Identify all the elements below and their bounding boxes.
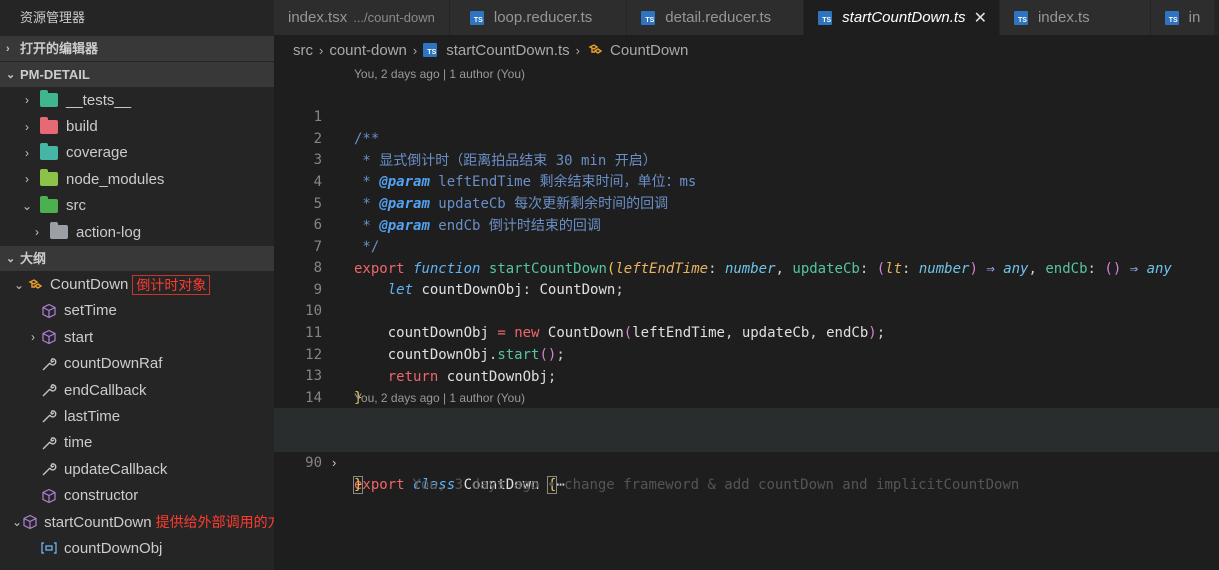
code-line: 8 let countDownObj: CountDown; — [274, 235, 1219, 298]
explorer-sidebar: 资源管理器 › 打开的编辑器 ⌄ PM-DETAIL › __tests__ ›… — [0, 0, 274, 570]
wrench-icon — [40, 381, 58, 399]
code-line: 5 * @param endCb 倒计时结束的回调 — [274, 171, 1219, 234]
breadcrumb-file[interactable]: startCountDown.ts — [446, 42, 569, 59]
wrench-icon — [40, 460, 58, 478]
line-number: 90 — [305, 455, 322, 471]
typescript-file-icon: TS — [469, 10, 484, 25]
chevron-right-icon: › — [6, 42, 10, 55]
codelens-author[interactable]: You, 2 days ago | 1 author (You) — [354, 67, 525, 81]
code-line: 11 countDownObj.start(); — [274, 300, 1219, 363]
chevron-right-icon: › — [31, 330, 35, 345]
outline-item-countdown[interactable]: ⌄ CountDown 倒计时对象 — [0, 271, 274, 297]
annotation-label: 倒计时对象 — [132, 274, 211, 295]
code-line: 14 — [274, 365, 1219, 406]
chevron-right-icon: › — [25, 172, 29, 187]
tree-item-tests[interactable]: › __tests__ — [0, 87, 274, 113]
code-line: 7 export function startCountDown(leftEnd… — [274, 214, 1219, 277]
tab-loop-reducer[interactable]: TS loop.reducer.ts — [449, 0, 628, 35]
chevron-down-icon: ⌄ — [6, 68, 16, 81]
project-header[interactable]: ⌄ PM-DETAIL — [0, 61, 274, 87]
tree-item-coverage[interactable]: › coverage — [0, 140, 274, 166]
chevron-down-icon: ⌄ — [13, 277, 25, 292]
class-icon — [586, 41, 604, 59]
code-line: 4 * @param updateCb 每次更新剩余时间的回调 — [274, 149, 1219, 212]
chevron-right-icon: › — [412, 42, 418, 58]
method-icon — [40, 328, 58, 346]
chevron-down-icon: ⌄ — [21, 198, 33, 213]
code-line: 3 * @param leftEndTime 剩余结束时间，单位：ms — [274, 127, 1219, 190]
code-editor[interactable]: You, 2 days ago | 1 author (You) 1 /** 2… — [274, 65, 1219, 570]
typescript-file-icon: TS — [818, 10, 833, 25]
code-line: 10 countDownObj = new CountDown(leftEndT… — [274, 278, 1219, 341]
breadcrumb-count-down[interactable]: count-down — [329, 42, 407, 59]
typescript-file-icon: TS — [423, 43, 438, 57]
folder-icon — [50, 222, 68, 240]
outline-item-constructor[interactable]: constructor — [0, 482, 274, 508]
folder-icon — [40, 116, 58, 134]
folder-icon — [40, 90, 58, 108]
typescript-file-icon: TS — [1013, 10, 1028, 25]
code-line: 9 — [274, 257, 1219, 298]
outline-item-lasttime[interactable]: lastTime — [0, 403, 274, 429]
code-line: 12 return countDownObj; — [274, 322, 1219, 385]
outline-item-updatecallback[interactable]: updateCallback — [0, 456, 274, 482]
folder-icon — [40, 195, 58, 213]
annotation-label: 提供给外部调用的方法，返回倒计时对象 — [155, 514, 274, 531]
folder-icon — [40, 169, 58, 187]
git-blame-annotation: You, 3 days ago • change frameword & add… — [412, 477, 1020, 493]
chevron-right-icon[interactable]: › — [332, 452, 336, 474]
breadcrumb: src › count-down › TS startCountDown.ts … — [274, 35, 1219, 65]
code-line: 1 /** — [274, 84, 1219, 147]
chevron-right-icon: › — [25, 93, 29, 108]
outline-item-settime[interactable]: setTime — [0, 298, 274, 324]
editor-tab-bar: index.tsx .../count-down TS loop.reducer… — [274, 0, 1219, 35]
code-line: 6 */ — [274, 192, 1219, 255]
tree-item-action-log[interactable]: › action-log — [0, 219, 274, 245]
tab-index-ts[interactable]: TS index.ts — [999, 0, 1151, 35]
method-icon — [40, 302, 58, 320]
breadcrumb-src[interactable]: src — [293, 42, 313, 59]
code-line: 2 * 显式倒计时（距离拍品结束 30 min 开启） — [274, 106, 1219, 169]
function-icon — [22, 513, 38, 531]
outline-item-countdownobj[interactable]: countDownObj — [0, 535, 274, 561]
chevron-down-icon: ⌄ — [6, 252, 16, 265]
wrench-icon — [40, 355, 58, 373]
typescript-file-icon: TS — [1164, 10, 1179, 25]
open-editors-header[interactable]: › 打开的编辑器 — [0, 35, 274, 61]
line-number: 14 — [305, 390, 322, 406]
outline-item-startcountdown[interactable]: ⌄ startCountDown 提供给外部调用的方法，返回倒计时对象 — [0, 509, 274, 535]
class-icon — [26, 276, 44, 294]
tree-item-src[interactable]: ⌄ src — [0, 193, 274, 219]
code-line: 90 } You, 3 days ago • change frameword &… — [274, 430, 1219, 494]
chevron-right-icon: › — [319, 42, 324, 58]
outline-item-start[interactable]: › start — [0, 324, 274, 350]
tab-index-tsx[interactable]: index.tsx .../count-down — [274, 0, 450, 35]
typescript-file-icon: TS — [641, 10, 656, 25]
outline-header[interactable]: ⌄ 大纲 — [0, 245, 274, 272]
folder-icon — [40, 142, 58, 160]
codelens-author[interactable]: You, 2 days ago | 1 author (You) — [354, 391, 525, 405]
chevron-down-icon: ⌄ — [12, 515, 23, 530]
chevron-right-icon: › — [575, 42, 580, 58]
code-line: 13 } — [274, 343, 1219, 406]
wrench-icon — [40, 434, 58, 452]
method-icon — [40, 487, 58, 505]
chevron-right-icon: › — [25, 119, 29, 134]
outline-item-countdownraf[interactable]: countDownRaf — [0, 351, 274, 377]
tree-item-build[interactable]: › build — [0, 113, 274, 139]
tab-detail-reducer[interactable]: TS detail.reducer.ts — [627, 0, 805, 35]
tab-overflow[interactable]: TS in — [1150, 0, 1216, 35]
chevron-right-icon: › — [25, 145, 29, 160]
close-icon[interactable]: ✕ — [974, 8, 987, 28]
outline-item-time[interactable]: time — [0, 430, 274, 456]
outline-item-endcallback[interactable]: endCallback — [0, 377, 274, 403]
breadcrumb-symbol[interactable]: CountDown — [610, 42, 688, 59]
wrench-icon — [40, 407, 58, 425]
tab-startcountdown[interactable]: TS startCountDown.ts ✕ — [804, 0, 1000, 35]
chevron-right-icon: › — [35, 225, 39, 240]
code-line: 15 › export class CountDown {⋯ — [274, 408, 1219, 494]
tree-item-node-modules[interactable]: › node_modules — [0, 166, 274, 192]
explorer-title: 资源管理器 — [20, 10, 86, 25]
variable-icon — [40, 539, 58, 557]
